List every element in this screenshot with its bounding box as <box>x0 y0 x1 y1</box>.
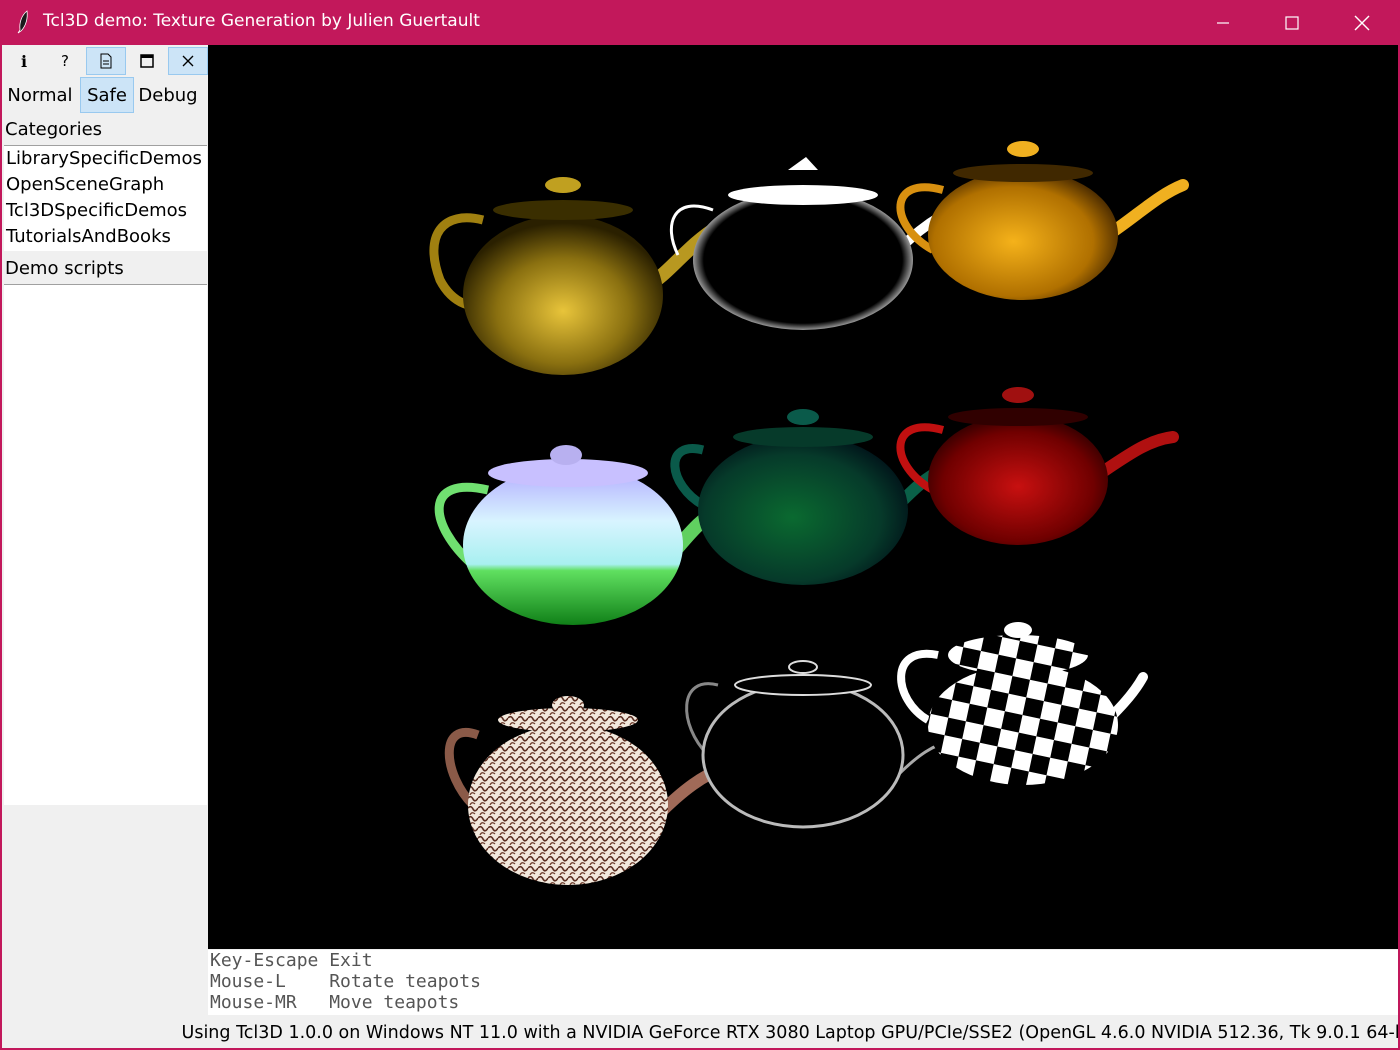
help-line: Key-Escape Exit <box>210 950 373 971</box>
list-item[interactable]: LibrarySpecificDemos <box>4 146 207 172</box>
mode-debug[interactable]: Debug <box>136 77 200 113</box>
maximize-icon <box>1285 15 1299 30</box>
close-demo-button[interactable] <box>168 47 208 75</box>
title-bar[interactable]: Tcl3D demo: Texture Generation by Julien… <box>0 0 1400 45</box>
opengl-canvas[interactable] <box>208 45 1398 949</box>
teapot-red <box>896 387 1179 545</box>
help-button[interactable]: ? <box>45 47 85 75</box>
teapot-checker <box>897 622 1148 785</box>
info-icon: i <box>20 51 28 71</box>
help-line: Mouse-L Rotate teapots <box>210 971 481 992</box>
categories-list[interactable]: LibrarySpecificDemos OpenSceneGraph Tcl3… <box>4 145 207 251</box>
teapot-orange <box>896 141 1189 300</box>
teapot-dark-outline <box>685 660 954 829</box>
window-button[interactable] <box>127 47 167 75</box>
demo-scripts-label: Demo scripts <box>5 258 124 279</box>
teapot-marble <box>444 696 732 885</box>
list-item[interactable]: TutorialsAndBooks <box>4 224 207 250</box>
window-title: Tcl3D demo: Texture Generation by Julien… <box>43 11 480 31</box>
mode-safe[interactable]: Safe <box>80 77 134 113</box>
document-button[interactable] <box>86 47 126 75</box>
close-window-button[interactable] <box>1327 0 1397 45</box>
teapot-dark-green <box>670 409 964 585</box>
info-button[interactable]: i <box>4 47 44 75</box>
minimize-icon <box>1217 21 1229 24</box>
window-icon <box>140 54 154 68</box>
mode-selector: Normal Safe Debug <box>2 77 208 113</box>
mode-normal[interactable]: Normal <box>2 77 78 113</box>
client-area: i ? Normal Safe Debug Categories Library… <box>2 45 1398 1048</box>
toolbar: i ? <box>4 47 208 75</box>
feather-icon <box>17 10 28 34</box>
status-bar: Using Tcl3D 1.0.0 on Windows NT 11.0 wit… <box>181 1023 1398 1043</box>
teapot-sky-reflection <box>434 445 735 625</box>
help-icon: ? <box>61 52 69 70</box>
help-line: Mouse-MR Move teapots <box>210 992 460 1013</box>
close-icon <box>1354 15 1370 30</box>
demo-scripts-list[interactable] <box>4 284 207 805</box>
teapots-render <box>429 141 1189 885</box>
help-text-panel: Key-Escape Exit Mouse-L Rotate teapots M… <box>208 950 1398 1015</box>
minimize-button[interactable] <box>1188 0 1258 45</box>
document-icon <box>100 53 112 69</box>
list-item[interactable]: OpenSceneGraph <box>4 172 207 198</box>
close-icon <box>182 55 194 67</box>
maximize-button[interactable] <box>1257 0 1327 45</box>
teapot-gold <box>429 177 725 375</box>
list-item[interactable]: Tcl3DSpecificDemos <box>4 198 207 224</box>
categories-label: Categories <box>5 119 103 140</box>
